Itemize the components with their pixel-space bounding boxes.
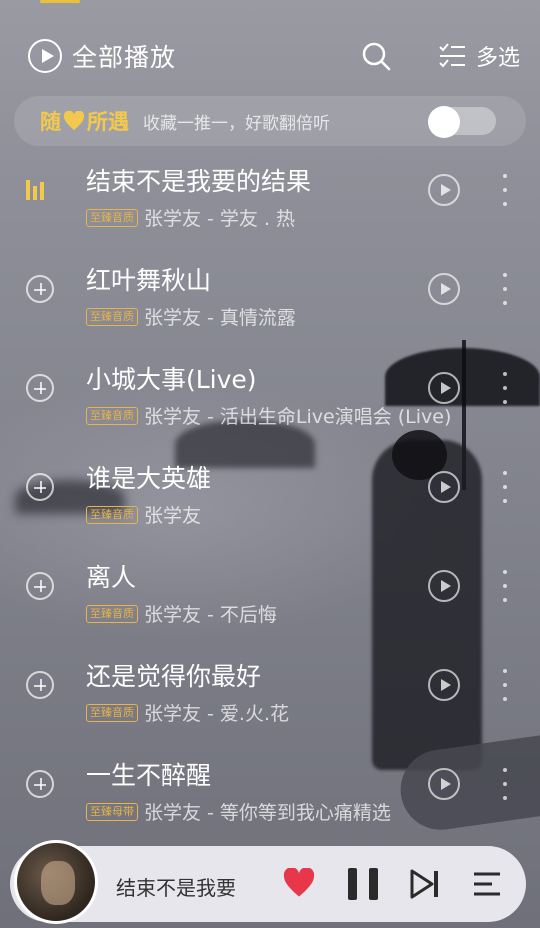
song-row[interactable]: 结束不是我要的结果 至臻音质 张学友 - 学友 . 热 bbox=[0, 162, 540, 261]
mv-play-icon[interactable] bbox=[428, 669, 460, 701]
now-playing-title: 结束不是我要 bbox=[116, 876, 236, 900]
song-meta: 至臻音质 张学友 bbox=[86, 501, 201, 528]
song-title: 红叶舞秋山 bbox=[86, 266, 212, 295]
add-icon[interactable] bbox=[26, 671, 58, 703]
mv-play-icon[interactable] bbox=[428, 174, 460, 206]
more-options-icon[interactable] bbox=[500, 372, 510, 404]
song-meta: 至臻音质 张学友 - 真情流露 bbox=[86, 303, 296, 330]
song-meta: 至臻音质 张学友 - 不后悔 bbox=[86, 600, 277, 627]
random-encounter-title: 随 所遇 bbox=[40, 106, 129, 136]
song-title: 离人 bbox=[86, 563, 137, 592]
mv-play-icon[interactable] bbox=[428, 570, 460, 602]
more-options-icon[interactable] bbox=[500, 570, 510, 602]
quality-badge: 至臻音质 bbox=[86, 703, 138, 722]
song-artist-album: 张学友 bbox=[144, 505, 202, 527]
more-options-icon[interactable] bbox=[500, 273, 510, 305]
song-meta: 至臻音质 张学友 - 活出生命Live演唱会 (Live) bbox=[86, 402, 451, 429]
song-meta: 至臻音质 张学友 - 爱.火.花 bbox=[86, 699, 289, 726]
search-icon[interactable] bbox=[360, 40, 392, 72]
play-circle-icon bbox=[28, 39, 62, 73]
multi-select-icon bbox=[439, 43, 465, 68]
quality-badge: 至臻音质 bbox=[86, 406, 138, 425]
multi-select-button[interactable]: 多选 bbox=[438, 40, 520, 72]
song-artist-album: 张学友 - 活出生命Live演唱会 (Live) bbox=[144, 406, 452, 428]
random-encounter-toggle[interactable] bbox=[428, 106, 496, 138]
random-encounter-title-left: 随 bbox=[40, 110, 61, 134]
like-heart-icon[interactable] bbox=[282, 868, 316, 898]
song-title: 结束不是我要的结果 bbox=[86, 167, 312, 196]
heart-icon bbox=[63, 111, 85, 131]
quality-badge: 至臻音质 bbox=[86, 208, 138, 227]
song-meta: 至臻母带 张学友 - 等你等到我心痛精选 bbox=[86, 798, 391, 825]
playlist-icon[interactable] bbox=[472, 868, 502, 900]
mv-play-icon[interactable] bbox=[428, 471, 460, 503]
song-meta: 至臻音质 张学友 - 学友 . 热 bbox=[86, 204, 295, 231]
song-row[interactable]: 红叶舞秋山至臻音质 张学友 - 真情流露 bbox=[0, 261, 540, 360]
song-artist-album: 张学友 - 不后悔 bbox=[144, 604, 277, 626]
mv-play-icon[interactable] bbox=[428, 273, 460, 305]
song-row[interactable]: 还是觉得你最好 至臻音质 张学友 - 爱.火.花 bbox=[0, 657, 540, 756]
random-encounter-bar: 随 所遇 收藏一推一，好歌翻倍听 bbox=[14, 96, 526, 146]
add-icon[interactable] bbox=[26, 275, 58, 307]
song-artist-album: 张学友 - 真情流露 bbox=[144, 307, 296, 329]
play-all-button[interactable]: 全部播放 bbox=[28, 38, 176, 74]
random-encounter-title-right: 所遇 bbox=[87, 110, 129, 134]
add-icon[interactable] bbox=[26, 473, 58, 505]
more-options-icon[interactable] bbox=[500, 174, 510, 206]
song-title: 小城大事(Live) bbox=[86, 365, 257, 394]
play-all-label: 全部播放 bbox=[72, 43, 177, 72]
song-title: 谁是大英雄 bbox=[86, 464, 212, 493]
quality-badge: 至臻音质 bbox=[86, 307, 138, 326]
song-row[interactable]: 谁是大英雄至臻音质 张学友 bbox=[0, 459, 540, 558]
add-icon[interactable] bbox=[26, 572, 58, 604]
album-art[interactable] bbox=[14, 840, 98, 924]
song-row[interactable]: 小城大事(Live) 至臻音质 张学友 - 活出生命Live演唱会 (Live) bbox=[0, 360, 540, 459]
top-indicator bbox=[40, 0, 80, 3]
song-title: 一生不醉醒 bbox=[86, 761, 212, 790]
song-row[interactable]: 离人至臻音质 张学友 - 不后悔 bbox=[0, 558, 540, 657]
more-options-icon[interactable] bbox=[500, 768, 510, 800]
multi-select-label: 多选 bbox=[476, 46, 521, 71]
more-options-icon[interactable] bbox=[500, 669, 510, 701]
mini-player[interactable]: 结束不是我要 bbox=[10, 840, 526, 924]
random-encounter-description: 收藏一推一，好歌翻倍听 bbox=[143, 113, 330, 134]
more-options-icon[interactable] bbox=[500, 471, 510, 503]
quality-badge: 至臻音质 bbox=[86, 505, 138, 524]
next-track-icon[interactable] bbox=[410, 868, 440, 900]
quality-badge: 至臻音质 bbox=[86, 604, 138, 623]
song-row[interactable]: 一生不醉醒至臻母带 张学友 - 等你等到我心痛精选 bbox=[0, 756, 540, 855]
pause-icon[interactable] bbox=[348, 868, 378, 900]
song-artist-album: 张学友 - 学友 . 热 bbox=[144, 208, 296, 230]
mv-play-icon[interactable] bbox=[428, 768, 460, 800]
list-header: 全部播放 多选 bbox=[0, 30, 540, 82]
add-icon[interactable] bbox=[26, 374, 58, 406]
song-artist-album: 张学友 - 等你等到我心痛精选 bbox=[144, 802, 391, 824]
song-title: 还是觉得你最好 bbox=[86, 662, 262, 691]
mv-play-icon[interactable] bbox=[428, 372, 460, 404]
toggle-knob bbox=[428, 106, 460, 138]
quality-badge: 至臻母带 bbox=[86, 802, 138, 821]
now-playing-equalizer-icon bbox=[26, 176, 58, 208]
add-icon[interactable] bbox=[26, 770, 58, 802]
song-artist-album: 张学友 - 爱.火.花 bbox=[144, 703, 290, 725]
